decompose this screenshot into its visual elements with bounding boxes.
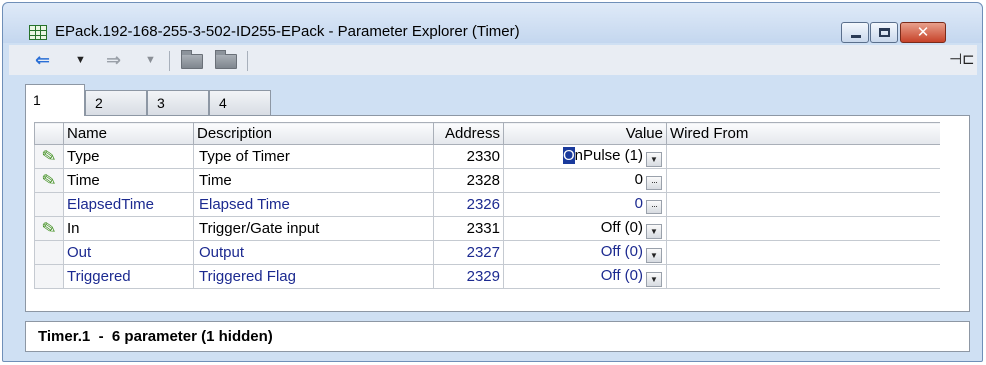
param-description: Trigger/Gate input (193, 216, 434, 241)
table-row[interactable]: ✎ Time Time 2328 0 ··· (34, 168, 940, 193)
status-bar: Timer.1 - 6 parameter (1 hidden) (25, 321, 970, 352)
table-row[interactable]: ✎ In Trigger/Gate input 2331 Off (0) ▼ (34, 216, 940, 241)
param-address: 2331 (433, 216, 504, 241)
pencil-icon: ✎ (40, 145, 58, 167)
pin-icon[interactable]: ⊣⊏ (949, 45, 975, 75)
indicator-column-header (34, 122, 64, 145)
param-name: ElapsedTime (63, 192, 194, 217)
grid-header-row: Name Description Address Value Wired Fro… (34, 122, 940, 145)
close-icon: ✕ (916, 24, 930, 41)
param-description: Output (193, 240, 434, 265)
param-description: Elapsed Time (193, 192, 434, 217)
pencil-icon: ✎ (40, 169, 58, 191)
ellipsis-button-icon[interactable]: ··· (646, 200, 662, 214)
row-indicator: ✎ (34, 144, 64, 169)
column-header-name[interactable]: Name (63, 122, 194, 145)
column-header-wired-from[interactable]: Wired From (666, 122, 940, 145)
row-indicator: ✎ (34, 216, 64, 241)
param-wired-from[interactable] (666, 264, 940, 289)
dropdown-arrow-icon[interactable]: ▼ (646, 271, 662, 287)
param-value[interactable]: 0 (635, 171, 643, 188)
maximize-button[interactable] (870, 22, 898, 43)
param-value-cell[interactable]: Off (0) ▼ (503, 240, 667, 265)
dropdown-arrow-icon[interactable]: ▼ (646, 223, 662, 239)
param-name: Triggered (63, 264, 194, 289)
back-history-dropdown-icon[interactable]: ▼ (75, 45, 86, 75)
column-header-address[interactable]: Address (433, 122, 504, 145)
folder-icon[interactable] (181, 50, 203, 69)
table-row[interactable]: Out Output 2327 Off (0) ▼ (34, 240, 940, 265)
window-title: EPack.192-168-255-3-502-ID255-EPack - Pa… (55, 23, 520, 40)
tab-4[interactable]: 4 (209, 90, 271, 115)
param-value-cell[interactable]: 0 ··· (503, 168, 667, 193)
param-description: Time (193, 168, 434, 193)
param-wired-from[interactable] (666, 144, 940, 169)
table-row[interactable]: ElapsedTime Elapsed Time 2326 0 ··· (34, 192, 940, 217)
param-name: Time (63, 168, 194, 193)
maximize-icon (879, 28, 890, 37)
text-cursor-char: O (562, 146, 575, 164)
toolbar: ⇐ ▼ ⇒ ▼ ⊣⊏ (9, 45, 977, 75)
table-app-icon (29, 25, 47, 40)
dropdown-arrow-icon[interactable]: ▼ (646, 151, 662, 167)
param-name: In (63, 216, 194, 241)
param-value-cell[interactable]: 0 ··· (503, 192, 667, 217)
row-indicator (34, 264, 64, 289)
forward-arrow-icon[interactable]: ⇒ (106, 45, 121, 75)
close-button[interactable]: ✕ (900, 22, 946, 43)
table-row[interactable]: Triggered Triggered Flag 2329 Off (0) ▼ (34, 264, 940, 289)
param-address: 2327 (433, 240, 504, 265)
ellipsis-button-icon[interactable]: ··· (646, 176, 662, 190)
param-address: 2326 (433, 192, 504, 217)
parameter-explorer-window: EPack.192-168-255-3-502-ID255-EPack - Pa… (2, 2, 983, 362)
param-name: Out (63, 240, 194, 265)
param-wired-from[interactable] (666, 240, 940, 265)
parameter-grid: Name Description Address Value Wired Fro… (25, 115, 970, 312)
folder-up-icon[interactable] (215, 50, 237, 69)
param-name: Type (63, 144, 194, 169)
toolbar-separator (247, 51, 248, 71)
column-header-description[interactable]: Description (193, 122, 434, 145)
param-wired-from[interactable] (666, 192, 940, 217)
dropdown-arrow-icon[interactable]: ▼ (646, 247, 662, 263)
param-value: 0 (634, 195, 643, 212)
toolbar-separator (169, 51, 170, 71)
param-address: 2328 (433, 168, 504, 193)
row-indicator: ✎ (34, 168, 64, 193)
minimize-button[interactable] (841, 22, 869, 43)
param-value: Off (0) (600, 242, 643, 260)
table-row[interactable]: ✎ Type Type of Timer 2330 OnPulse (1) ▼ (34, 144, 940, 169)
param-address: 2329 (433, 264, 504, 289)
param-wired-from[interactable] (666, 216, 940, 241)
tab-1[interactable]: 1 (25, 84, 85, 116)
forward-history-dropdown-icon[interactable]: ▼ (145, 45, 156, 75)
param-value[interactable]: nPulse (1) (575, 147, 643, 164)
param-value-cell[interactable]: Off (0) ▼ (503, 264, 667, 289)
param-value-cell[interactable]: Off (0) ▼ (503, 216, 667, 241)
param-value: Off (0) (600, 266, 643, 284)
title-bar[interactable]: EPack.192-168-255-3-502-ID255-EPack - Pa… (3, 3, 982, 43)
row-indicator (34, 192, 64, 217)
param-description: Triggered Flag (193, 264, 434, 289)
param-value-cell[interactable]: OnPulse (1) ▼ (503, 144, 667, 169)
tab-2[interactable]: 2 (85, 90, 147, 115)
param-address: 2330 (433, 144, 504, 169)
param-wired-from[interactable] (666, 168, 940, 193)
tab-3[interactable]: 3 (147, 90, 209, 115)
column-header-value[interactable]: Value (503, 122, 667, 145)
minimize-icon (851, 35, 861, 38)
param-value[interactable]: Off (0) (601, 219, 643, 236)
back-arrow-icon[interactable]: ⇐ (35, 45, 50, 75)
param-description: Type of Timer (193, 144, 434, 169)
row-indicator (34, 240, 64, 265)
pencil-icon: ✎ (40, 217, 58, 239)
